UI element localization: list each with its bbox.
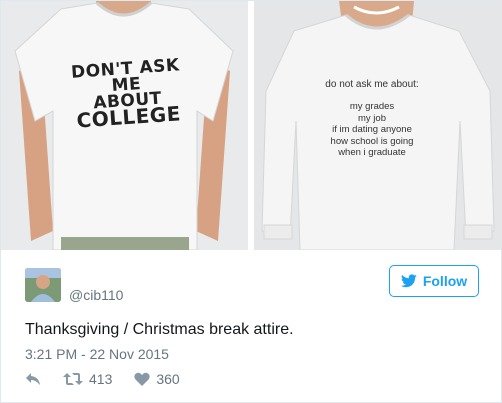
reply-button[interactable]	[25, 372, 41, 386]
follow-button[interactable]: Follow	[389, 265, 479, 297]
right-shirt-list: my grades my job if im dating anyone how…	[297, 101, 447, 159]
like-button[interactable]: 360	[134, 371, 180, 387]
avatar-image	[25, 268, 61, 302]
retweet-icon	[63, 372, 83, 386]
like-count: 360	[156, 371, 180, 387]
reply-icon	[25, 372, 41, 386]
photo-left-tshirt[interactable]: DON'T ASK ME ABOUT COLLEGE	[1, 1, 248, 250]
author-handle[interactable]: @cib110	[69, 287, 123, 303]
retweet-button[interactable]: 413	[63, 371, 112, 387]
tweet-media[interactable]: DON'T ASK ME ABOUT COLLEGE do not ask me	[1, 1, 501, 250]
bird-icon	[400, 274, 417, 288]
user-avatar[interactable]	[25, 268, 61, 302]
right-shirt-print: do not ask me about: my grades my job if…	[297, 79, 447, 159]
tweet-card: DON'T ASK ME ABOUT COLLEGE do not ask me	[0, 0, 502, 403]
right-shirt-item: how school is going	[330, 135, 414, 147]
tweet-timestamp[interactable]: 3:21 PM - 22 Nov 2015	[25, 346, 169, 362]
follow-label: Follow	[422, 273, 468, 289]
right-shirt-item: my grades	[349, 101, 395, 112]
right-shirt-item: my job	[358, 112, 386, 124]
right-shirt-item: if im dating anyone	[332, 124, 412, 135]
retweet-count: 413	[89, 371, 113, 387]
tweet-actions: 413 360	[25, 371, 202, 387]
left-shirt-line-3: COLLEGE	[75, 101, 182, 133]
tweet-text: Thanksgiving / Christmas break attire.	[25, 321, 294, 338]
right-shirt-heading: do not ask me about:	[325, 79, 419, 90]
right-shirt-item: when i graduate	[338, 147, 406, 158]
left-shirt-print: DON'T ASK ME ABOUT COLLEGE	[65, 55, 189, 133]
heart-icon	[134, 372, 151, 386]
